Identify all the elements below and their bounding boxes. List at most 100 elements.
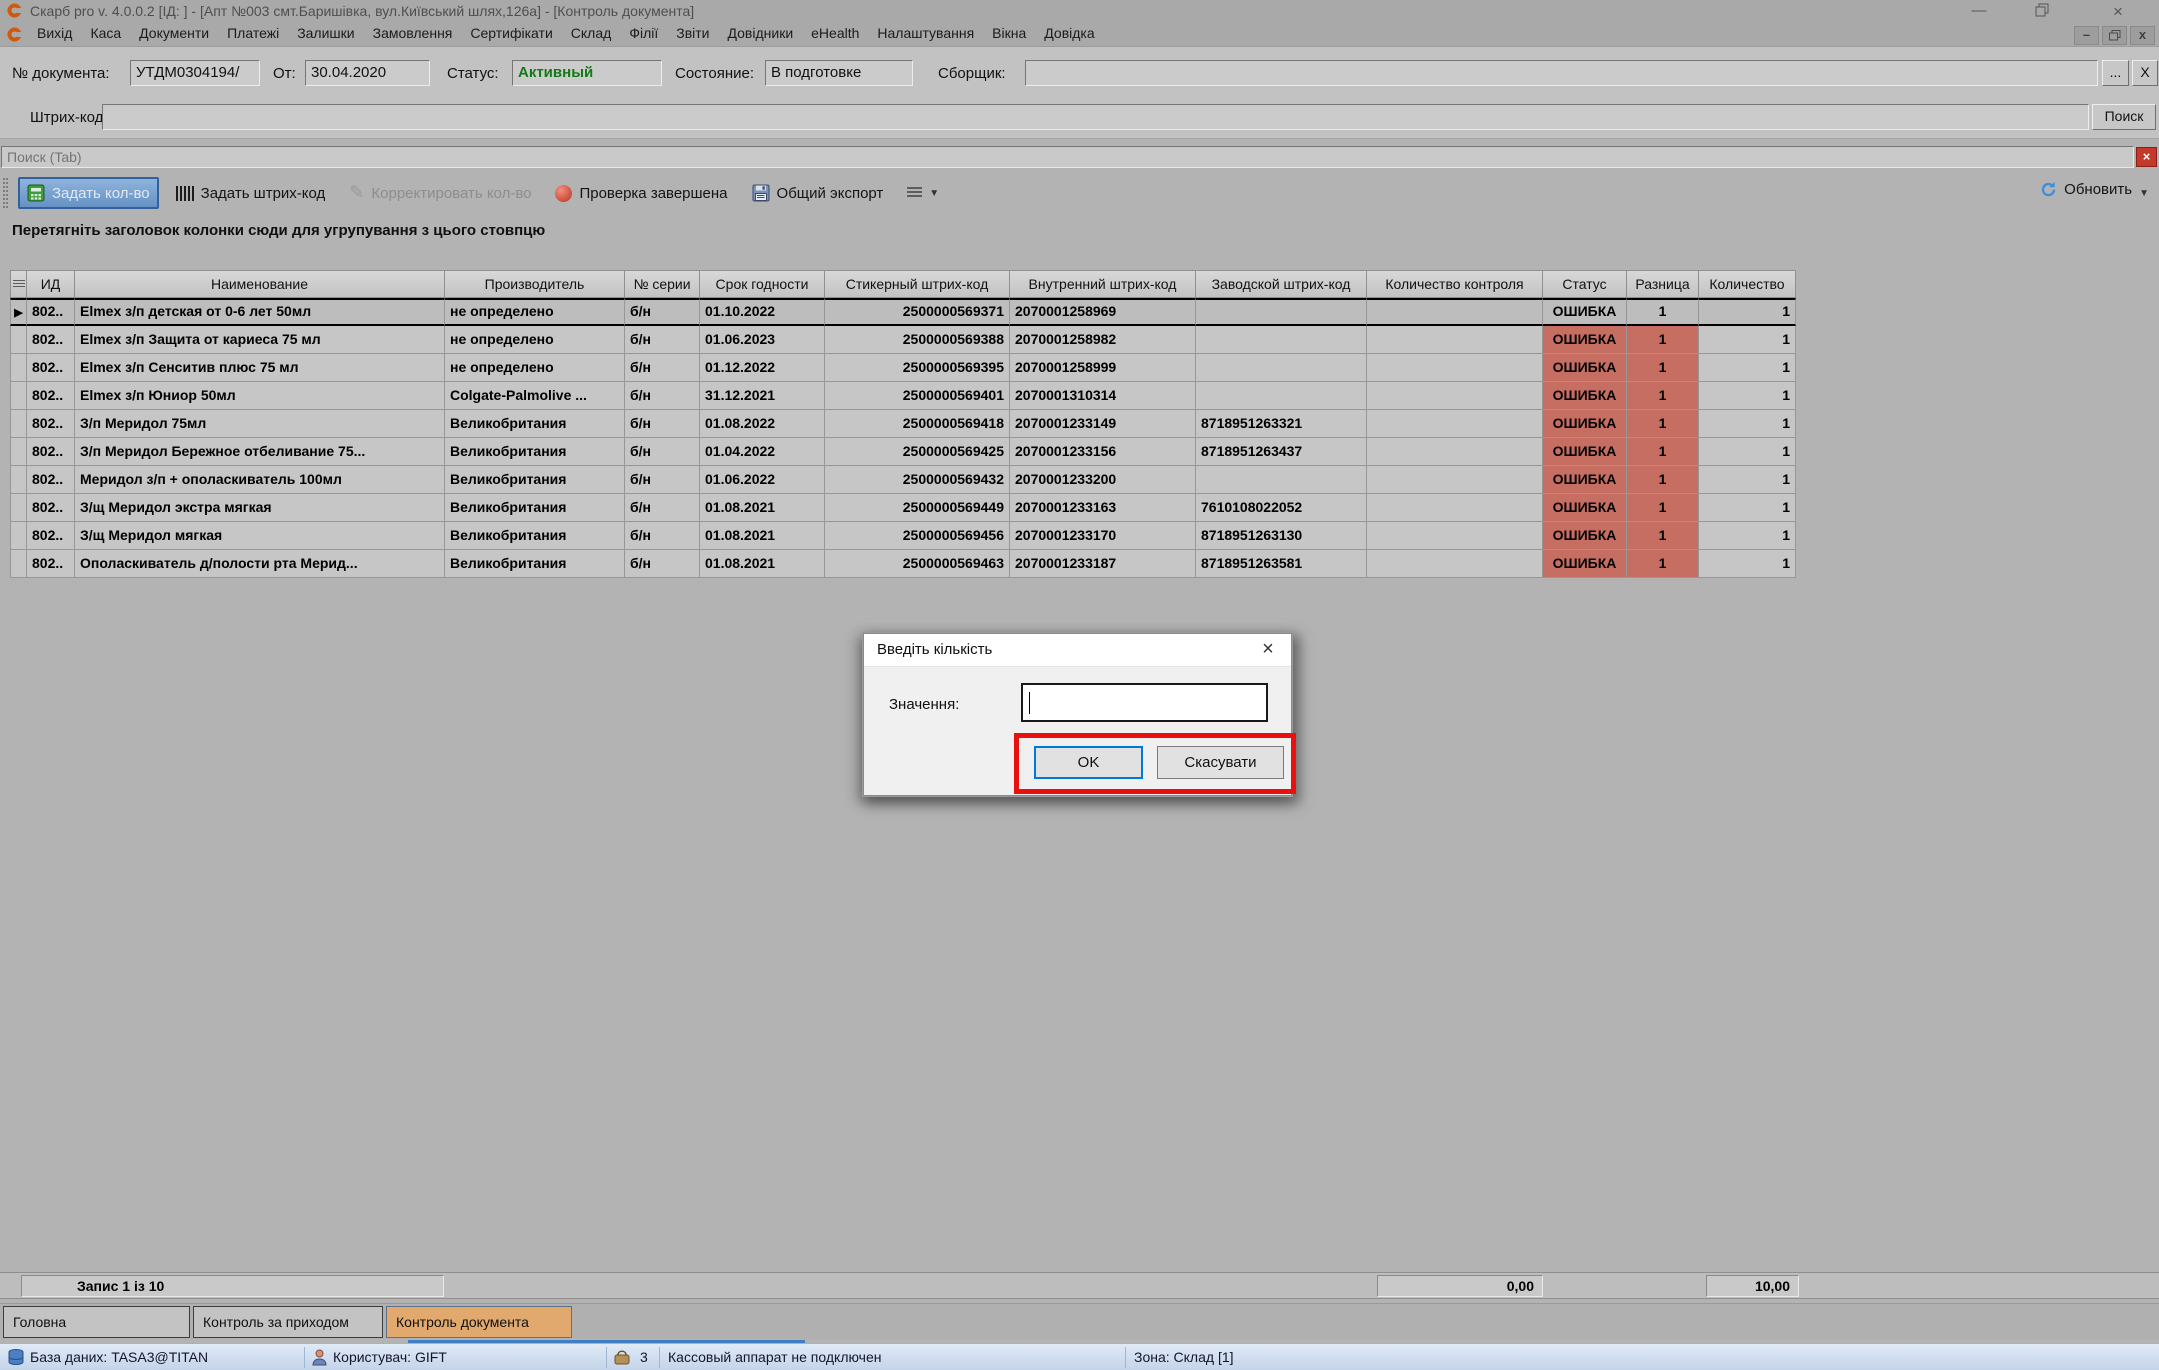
cell-sticker: 2500000569388 — [825, 326, 1010, 354]
toolbar-button-корректировать-кол-во[interactable]: ✎Корректировать кол-во — [342, 180, 538, 207]
cell-sticker: 2500000569449 — [825, 494, 1010, 522]
menu-item-налаштування[interactable]: Налаштування — [868, 22, 983, 44]
table-row[interactable]: 802..Elmex з/п Сенситив плюс 75 млне опр… — [10, 354, 1796, 382]
tab-контроль-за-приходом[interactable]: Контроль за приходом — [193, 1306, 383, 1338]
cell-id: 802.. — [27, 410, 75, 438]
collector-browse-button[interactable]: ... — [2102, 60, 2129, 86]
cell-control — [1367, 522, 1543, 550]
cell-qty: 1 — [1699, 438, 1796, 466]
grid-menu-icon[interactable] — [13, 280, 25, 289]
column-header-control[interactable]: Количество контроля — [1367, 270, 1543, 298]
menu-item-філії[interactable]: Філії — [620, 22, 667, 44]
cell-sticker: 2500000569418 — [825, 410, 1010, 438]
menu-item-звіти[interactable]: Звіти — [667, 22, 718, 44]
column-header-series[interactable]: № серии — [625, 270, 700, 298]
cell-series: б/н — [625, 438, 700, 466]
column-header-diff[interactable]: Разница — [1627, 270, 1699, 298]
statusbar-divider — [1125, 1347, 1126, 1368]
document-grid: ИДНаименованиеПроизводитель№ серииСрок г… — [10, 270, 1796, 578]
cell-control — [1367, 438, 1543, 466]
grid-rows: ▶802..Elmex з/п детская от 0-6 лет 50млн… — [10, 298, 1796, 578]
menu-item-вихід[interactable]: Вихід — [28, 22, 81, 44]
dialog-close-icon[interactable]: × — [1255, 638, 1281, 661]
cell-sticker: 2500000569371 — [825, 298, 1010, 326]
cell-status: ОШИБКА — [1543, 382, 1627, 410]
value-input[interactable] — [1021, 683, 1268, 722]
refresh-dropdown-icon[interactable]: ▼ — [2139, 188, 2149, 199]
cell-qty: 1 — [1699, 326, 1796, 354]
collector-field[interactable] — [1025, 60, 2098, 86]
cell-internal: 2070001258982 — [1010, 326, 1196, 354]
menu-item-каса[interactable]: Каса — [81, 22, 130, 44]
table-row[interactable]: 802..З/п Меридол Бережное отбеливание 75… — [10, 438, 1796, 466]
column-header-sticker[interactable]: Стикерный штрих-код — [825, 270, 1010, 298]
column-header-name[interactable]: Наименование — [75, 270, 445, 298]
cell-id: 802.. — [27, 382, 75, 410]
search-input[interactable] — [1, 146, 2134, 168]
menu-item-замовлення[interactable]: Замовлення — [364, 22, 462, 44]
tab-головна[interactable]: Головна — [3, 1306, 190, 1338]
barcode-search-button[interactable]: Поиск — [2092, 104, 2156, 130]
toolbar-button-menu[interactable]: ▼ — [900, 182, 946, 204]
menu-item-склад[interactable]: Склад — [562, 22, 621, 44]
table-row[interactable]: 802..З/щ Меридол мягкаяВеликобританияб/н… — [10, 522, 1796, 550]
mdi-restore-icon[interactable] — [2102, 26, 2127, 45]
column-header-factory[interactable]: Заводской штрих-код — [1196, 270, 1367, 298]
cell-id: 802.. — [27, 494, 75, 522]
menu-item-документи[interactable]: Документи — [130, 22, 218, 44]
cell-status: ОШИБКА — [1543, 438, 1627, 466]
doc-status-field[interactable]: Активный — [512, 60, 662, 86]
table-row[interactable]: 802..Elmex з/п Юниор 50млColgate-Palmoli… — [10, 382, 1796, 410]
cell-manufacturer: Великобритания — [445, 494, 625, 522]
cell-status: ОШИБКА — [1543, 298, 1627, 326]
selected-row-marker: ▶ — [14, 307, 22, 319]
grid-menu-cell[interactable] — [10, 270, 27, 298]
doc-state-field[interactable]: В подготовке — [765, 60, 913, 86]
menu-item-довідка[interactable]: Довідка — [1035, 22, 1103, 44]
cash-status: Кассовый аппарат не подключен — [668, 1349, 882, 1365]
menu-item-залишки[interactable]: Залишки — [288, 22, 363, 44]
doc-number-field[interactable]: УТДМ0304194/ — [130, 60, 260, 86]
refresh-button[interactable]: Обновить ▼ — [2040, 180, 2149, 199]
column-header-id[interactable]: ИД — [27, 270, 75, 298]
column-header-manufacturer[interactable]: Производитель — [445, 270, 625, 298]
menu-item-довідники[interactable]: Довідники — [719, 22, 803, 44]
cell-manufacturer: не определено — [445, 326, 625, 354]
table-row[interactable]: 802..З/щ Меридол экстра мягкаяВеликобрит… — [10, 494, 1796, 522]
table-row[interactable]: 802..Elmex з/п Защита от кариеса 75 млне… — [10, 326, 1796, 354]
table-row[interactable]: ▶802..Elmex з/п детская от 0-6 лет 50млн… — [10, 298, 1796, 326]
tab-контроль-документа[interactable]: Контроль документа — [386, 1306, 572, 1338]
restore-icon[interactable] — [2035, 3, 2061, 17]
mdi-minimize-icon[interactable]: – — [2074, 26, 2099, 45]
column-header-qty[interactable]: Количество — [1699, 270, 1796, 298]
barcode-field[interactable] — [102, 104, 2089, 130]
table-row[interactable]: 802..Ополаскиватель д/полости рта Мерид.… — [10, 550, 1796, 578]
menu-item-платежі[interactable]: Платежі — [218, 22, 288, 44]
table-row[interactable]: 802..З/п Меридол 75млВеликобританияб/н01… — [10, 410, 1796, 438]
toolbar-button-задать-кол-во[interactable]: Задать кол-во — [18, 177, 159, 209]
column-header-expiry[interactable]: Срок годности — [700, 270, 825, 298]
toolbar-button-задать-штрих-код[interactable]: Задать штрих-код — [169, 180, 333, 207]
menu-item-сертифікати[interactable]: Сертифікати — [461, 22, 561, 44]
app-logo-icon — [7, 3, 22, 18]
collector-clear-button[interactable]: X — [2132, 60, 2158, 86]
close-icon[interactable]: × — [2105, 2, 2131, 22]
cell-qty: 1 — [1699, 494, 1796, 522]
table-row[interactable]: 802..Меридол з/п + ополаскиватель 100млВ… — [10, 466, 1796, 494]
cell-name: З/п Меридол Бережное отбеливание 75... — [75, 438, 445, 466]
statusbar-divider — [659, 1347, 660, 1368]
toolbar-button-проверка-завершена[interactable]: Проверка завершена — [548, 180, 734, 207]
doc-date-field[interactable]: 30.04.2020 — [305, 60, 430, 86]
cell-expiry: 01.04.2022 — [700, 438, 825, 466]
menu-bar: ВихідКасаДокументиПлатежіЗалишкиЗамовлен… — [0, 22, 2159, 47]
minimize-icon[interactable]: — — [1966, 2, 1992, 19]
toolbar-button-общий-экспорт[interactable]: Общий экспорт — [745, 179, 891, 207]
mdi-close-icon[interactable]: x — [2130, 26, 2155, 45]
column-header-internal[interactable]: Внутренний штрих-код — [1010, 270, 1196, 298]
menu-item-вікна[interactable]: Вікна — [983, 22, 1035, 44]
cell-manufacturer: Великобритания — [445, 466, 625, 494]
menu-item-ehealth[interactable]: eHealth — [802, 22, 868, 44]
search-clear-icon[interactable]: × — [2136, 147, 2157, 167]
column-header-status[interactable]: Статус — [1543, 270, 1627, 298]
row-indicator — [10, 466, 27, 494]
